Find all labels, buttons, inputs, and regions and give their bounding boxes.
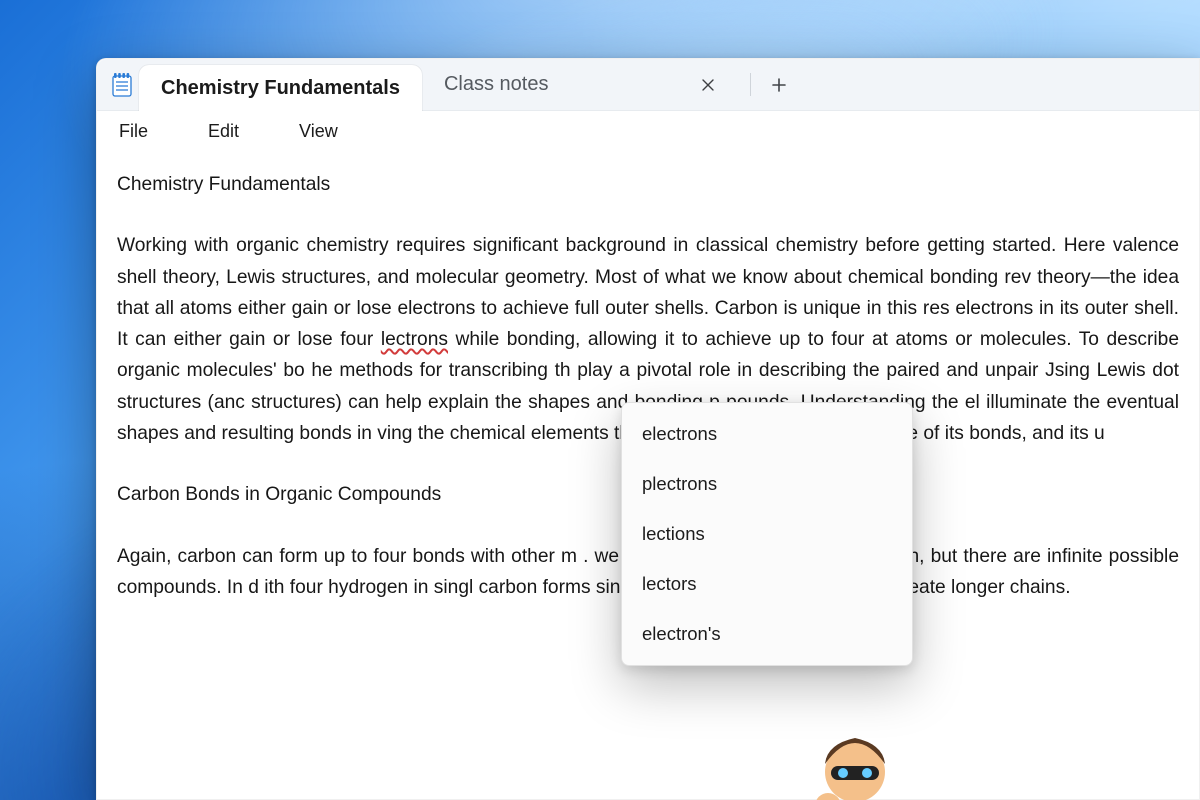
suggestion-item[interactable]: lectors [622, 559, 912, 609]
notepad-app-icon [105, 59, 139, 110]
tab-label: Chemistry Fundamentals [161, 77, 400, 100]
document-title: Chemistry Fundamentals [117, 169, 1179, 200]
new-tab-button[interactable] [757, 59, 801, 110]
suggestion-item[interactable]: electron's [622, 609, 912, 659]
tab-divider [750, 73, 751, 96]
spellcheck-context-menu: electrons plectrons lections lectors ele… [621, 402, 913, 666]
suggestion-item[interactable]: plectrons [622, 459, 912, 509]
tab-chemistry-fundamentals[interactable]: Chemistry Fundamentals [139, 65, 422, 111]
notepad-window: Chemistry Fundamentals Class notes File … [96, 58, 1200, 800]
menu-file[interactable]: File [113, 117, 154, 146]
tab-class-notes[interactable]: Class notes [422, 59, 744, 110]
suggestion-item[interactable]: electrons [622, 409, 912, 459]
tab-label: Class notes [444, 73, 604, 96]
misspelled-word[interactable]: lectrons [381, 329, 448, 350]
menu-view[interactable]: View [293, 117, 344, 146]
menu-edit[interactable]: Edit [202, 117, 245, 146]
close-icon[interactable] [694, 71, 722, 99]
title-bar[interactable]: Chemistry Fundamentals Class notes [97, 59, 1199, 111]
menu-bar: File Edit View [97, 111, 1199, 151]
suggestion-item[interactable]: lections [622, 509, 912, 559]
